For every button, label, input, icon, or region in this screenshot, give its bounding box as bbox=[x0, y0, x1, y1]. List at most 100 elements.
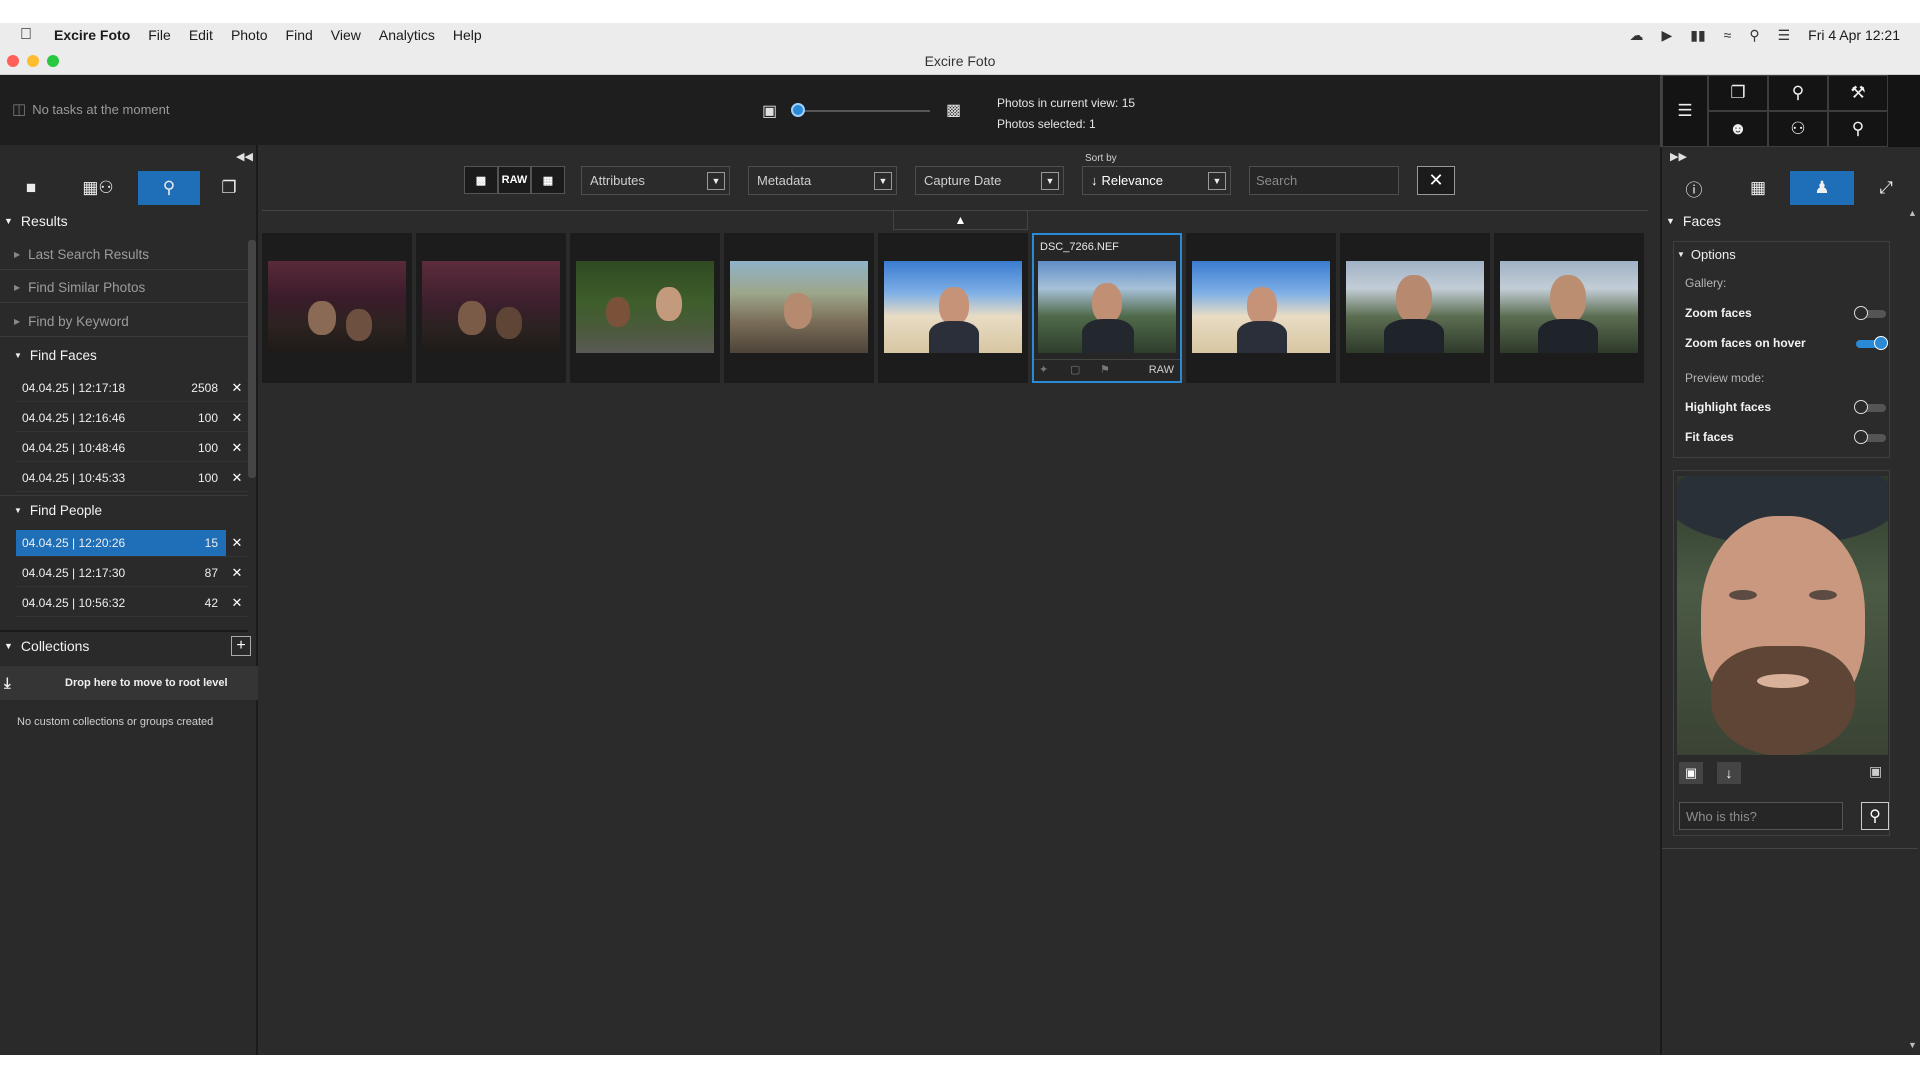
remove-icon[interactable]: ✕ bbox=[226, 380, 248, 396]
row-count: 87 bbox=[204, 566, 218, 580]
photo-thumbnail[interactable] bbox=[1494, 233, 1644, 383]
remove-icon[interactable]: ✕ bbox=[226, 410, 248, 426]
menu-edit[interactable]: Edit bbox=[189, 27, 213, 43]
tab-folders[interactable]: ■ bbox=[0, 171, 62, 205]
drop-root-zone[interactable]: ⤓ Drop here to move to root level bbox=[0, 666, 258, 700]
chevron-up-icon: ▲ bbox=[954, 212, 967, 227]
photo-thumbnail[interactable] bbox=[724, 233, 874, 383]
play-icon[interactable]: ▶ bbox=[1661, 27, 1672, 44]
find-by-keyword[interactable]: ▶ Find by Keyword bbox=[0, 307, 248, 337]
highlight-faces-toggle[interactable] bbox=[1854, 400, 1886, 414]
tab-fullscreen[interactable]: ⤢ bbox=[1854, 171, 1918, 205]
tab-info[interactable]: ⓘ bbox=[1662, 171, 1726, 205]
small-thumbnail-icon[interactable]: ▣ bbox=[762, 101, 777, 121]
menu-photo[interactable]: Photo bbox=[231, 27, 268, 43]
remove-icon[interactable]: ✕ bbox=[226, 595, 248, 611]
edit-list-icon[interactable]: ☰ bbox=[1662, 75, 1708, 147]
pin-icon[interactable]: ✦ bbox=[1039, 363, 1048, 376]
collapse-right-panel-icon[interactable]: ▶▶ bbox=[1670, 150, 1687, 163]
fit-faces-toggle[interactable] bbox=[1854, 430, 1886, 444]
find-people-header[interactable]: ▼ Find People bbox=[0, 495, 248, 525]
app-menu[interactable]: Excire Foto bbox=[54, 27, 130, 43]
tab-search[interactable]: ⚲ bbox=[138, 171, 200, 205]
search-icon[interactable]: ⚲ bbox=[1828, 111, 1888, 147]
apple-icon[interactable]:  bbox=[20, 26, 42, 44]
last-search-results[interactable]: ▶ Last Search Results bbox=[0, 240, 248, 270]
who-is-this-input[interactable]: Who is this? bbox=[1679, 802, 1843, 830]
menu-find[interactable]: Find bbox=[286, 27, 313, 43]
next-face-button[interactable]: ↓ bbox=[1717, 762, 1741, 784]
flag-icon[interactable]: ⚑ bbox=[1100, 363, 1110, 376]
menu-help[interactable]: Help bbox=[453, 27, 482, 43]
remove-icon[interactable]: ✕ bbox=[226, 440, 248, 456]
stack-icon[interactable]: ❐ bbox=[1708, 75, 1768, 111]
battery-icon[interactable]: ▮▮ bbox=[1690, 27, 1705, 44]
clear-search-button[interactable]: ✕ bbox=[1417, 166, 1455, 195]
tools-icon[interactable]: ⚒ bbox=[1828, 75, 1888, 111]
photo-thumbnail[interactable] bbox=[1186, 233, 1336, 383]
face-gallery-button[interactable]: ▣ bbox=[1679, 762, 1703, 784]
photo-thumbnail-selected[interactable]: DSC_7266.NEF ✦ ▢ ⚑ RAW bbox=[1032, 233, 1182, 383]
video-icon: ▦ bbox=[542, 174, 554, 187]
find-people-row[interactable]: 04.04.25 | 12:17:30 87 ✕ bbox=[16, 560, 248, 587]
sort-value: Relevance bbox=[1101, 173, 1163, 188]
sort-dropdown[interactable]: ↓ Relevance ▼ bbox=[1082, 166, 1231, 195]
find-faces-row[interactable]: 04.04.25 | 12:17:18 2508 ✕ bbox=[16, 375, 248, 402]
spotlight-icon[interactable]: ⚲ bbox=[1749, 27, 1759, 44]
tab-calendar-people[interactable]: ▦⚇ bbox=[67, 171, 129, 205]
menu-file[interactable]: File bbox=[148, 27, 171, 43]
thumbnail-size-slider[interactable] bbox=[796, 110, 930, 112]
photo-thumbnail[interactable] bbox=[570, 233, 720, 383]
capture-date-dropdown[interactable]: Capture Date ▼ bbox=[915, 166, 1064, 195]
photo-thumbnail[interactable] bbox=[1340, 233, 1490, 383]
scroll-down-icon[interactable]: ▼ bbox=[1908, 1040, 1917, 1050]
control-center-icon[interactable]: ☰ bbox=[1778, 27, 1791, 44]
find-people-row[interactable]: 04.04.25 | 10:56:32 42 ✕ bbox=[16, 590, 248, 617]
remove-icon[interactable]: ✕ bbox=[226, 470, 248, 486]
results-section-header[interactable]: ▼ Results bbox=[0, 207, 248, 235]
add-collection-button[interactable]: + bbox=[231, 636, 251, 656]
menu-analytics[interactable]: Analytics bbox=[379, 27, 435, 43]
edit-icon[interactable]: ▢ bbox=[1070, 363, 1080, 376]
large-thumbnail-icon[interactable]: ▩ bbox=[946, 100, 961, 120]
focus-face-icon[interactable]: ▣ bbox=[1869, 763, 1882, 780]
options-header[interactable]: ▼ Options bbox=[1677, 247, 1736, 262]
collapse-left-panel-icon[interactable]: ◀◀ bbox=[236, 150, 253, 163]
collections-header[interactable]: ▼ Collections bbox=[0, 630, 248, 660]
filter-photos-button[interactable]: ▩ bbox=[464, 166, 498, 194]
search-input[interactable]: Search bbox=[1249, 166, 1399, 195]
find-similar-photos[interactable]: ▶ Find Similar Photos bbox=[0, 273, 248, 303]
tab-collections[interactable]: ❐ bbox=[198, 171, 260, 205]
cloud-sync-icon[interactable]: ☁ bbox=[1629, 27, 1643, 44]
face-icon[interactable]: ☻ bbox=[1708, 111, 1768, 147]
find-people-row-selected[interactable]: 04.04.25 | 12:20:26 15 ✕ bbox=[16, 530, 248, 557]
people-icon[interactable]: ⚇ bbox=[1768, 111, 1828, 147]
filter-video-button[interactable]: ▦ bbox=[531, 166, 565, 194]
location-pin-icon[interactable]: ⚲ bbox=[1768, 75, 1828, 111]
filter-raw-button[interactable]: RAW bbox=[498, 166, 531, 194]
menu-view[interactable]: View bbox=[331, 27, 361, 43]
menubar-clock[interactable]: Fri 4 Apr 12:21 bbox=[1808, 27, 1900, 43]
tab-faces[interactable]: ♟ bbox=[1790, 171, 1854, 205]
find-faces-row[interactable]: 04.04.25 | 10:48:46 100 ✕ bbox=[16, 435, 248, 462]
faces-section-header[interactable]: ▼ Faces bbox=[1662, 207, 1912, 235]
collapse-filter-button[interactable]: ▲ bbox=[893, 210, 1028, 230]
who-search-button[interactable]: ⚲ bbox=[1861, 802, 1889, 830]
remove-icon[interactable]: ✕ bbox=[226, 535, 248, 551]
photo-thumbnail[interactable] bbox=[416, 233, 566, 383]
wifi-icon[interactable]: ≈ bbox=[1724, 27, 1732, 43]
remove-icon[interactable]: ✕ bbox=[226, 565, 248, 581]
left-panel-scrollbar[interactable] bbox=[248, 240, 256, 478]
attributes-dropdown[interactable]: Attributes ▼ bbox=[581, 166, 730, 195]
scroll-up-icon[interactable]: ▲ bbox=[1908, 208, 1917, 218]
zoom-faces-toggle[interactable] bbox=[1854, 306, 1886, 320]
thumbnail-size-slider-handle[interactable] bbox=[791, 103, 805, 117]
tab-metadata[interactable]: ▦ bbox=[1726, 171, 1790, 205]
find-faces-row[interactable]: 04.04.25 | 10:45:33 100 ✕ bbox=[16, 465, 248, 492]
photo-thumbnail[interactable] bbox=[878, 233, 1028, 383]
find-faces-row[interactable]: 04.04.25 | 12:16:46 100 ✕ bbox=[16, 405, 248, 432]
zoom-faces-hover-toggle[interactable] bbox=[1856, 336, 1888, 350]
photo-thumbnail[interactable] bbox=[262, 233, 412, 383]
find-faces-header[interactable]: ▼ Find Faces bbox=[0, 340, 248, 370]
metadata-dropdown[interactable]: Metadata ▼ bbox=[748, 166, 897, 195]
